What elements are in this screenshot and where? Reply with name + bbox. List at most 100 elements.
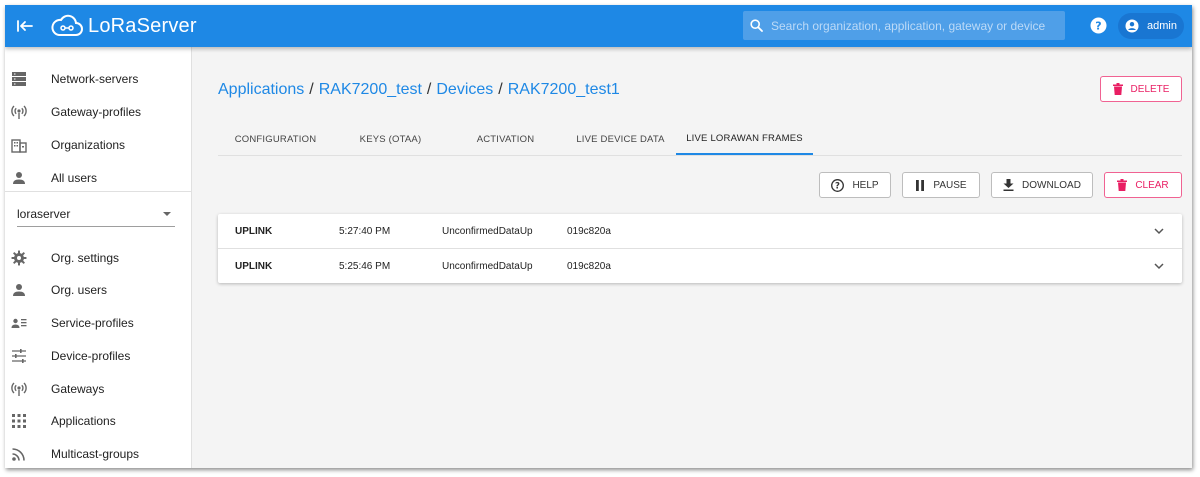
brand-logo[interactable]: LoRaServer — [50, 11, 197, 41]
sidebar-item-label: Organizations — [51, 138, 126, 152]
svg-text:?: ? — [835, 181, 840, 191]
organization-select[interactable]: loraserver — [17, 202, 175, 227]
tab-keys-otaa[interactable]: KEYS (OTAA) — [333, 123, 448, 155]
tab-label: LIVE LORAWAN FRAMES — [686, 132, 803, 144]
rss-icon — [12, 448, 25, 461]
clear-button-label: CLEAR — [1135, 179, 1169, 191]
lorawan-frames-list: UPLINK 5:27:40 PM UnconfirmedDataUp 019c… — [218, 214, 1182, 283]
breadcrumb-separator: / — [426, 81, 432, 98]
tab-label: KEYS (OTAA) — [359, 133, 422, 145]
breadcrumb-application-name[interactable]: RAK7200_test — [319, 81, 422, 98]
sidebar-item-device-profiles[interactable]: Device-profiles — [5, 341, 191, 371]
sidebar-item-label: Applications — [51, 414, 116, 428]
frame-row[interactable]: UPLINK 5:25:46 PM UnconfirmedDataUp 019c… — [218, 248, 1182, 283]
sidebar-item-label: Network-servers — [51, 72, 139, 86]
sidebar-item-all-users[interactable]: All users — [5, 163, 191, 193]
frame-direction: UPLINK — [235, 226, 273, 237]
breadcrumb-applications[interactable]: Applications — [218, 81, 304, 98]
tab-configuration[interactable]: CONFIGURATION — [218, 123, 333, 155]
tab-label: LIVE DEVICE DATA — [576, 133, 665, 145]
gear-icon — [11, 250, 27, 266]
sidebar-item-label: Org. settings — [51, 251, 120, 265]
arrow-collapse-left-icon — [17, 20, 33, 32]
sidebar: Network-servers Gateway-profiles Organiz… — [5, 47, 192, 468]
download-button-label: DOWNLOAD — [1022, 179, 1081, 191]
gateway-icon — [11, 382, 27, 396]
expand-chevron-down-icon[interactable] — [1153, 225, 1165, 237]
trash-icon — [1112, 83, 1123, 95]
tab-label: ACTIVATION — [476, 133, 535, 145]
sidebar-item-network-servers[interactable]: Network-servers — [5, 64, 191, 94]
frame-direction: UPLINK — [235, 261, 273, 272]
gateway-icon — [11, 105, 27, 119]
tune-icon — [12, 349, 26, 363]
pause-button-label: PAUSE — [933, 179, 967, 191]
help-icon[interactable]: ? — [1090, 17, 1107, 34]
app-window: LoRaServer ? admin — [5, 5, 1192, 468]
frame-dev-addr: 019c820a — [567, 226, 611, 237]
frame-dev-addr: 019c820a — [567, 261, 611, 272]
person-icon — [13, 284, 25, 296]
breadcrumb: Applications / RAK7200_test / Devices / RAK720… — [218, 81, 620, 99]
device-tabs: CONFIGURATION KEYS (OTAA) ACTIVATION LIV… — [218, 123, 1182, 156]
breadcrumb-separator: / — [309, 81, 314, 98]
help-button[interactable]: ? HELP — [819, 172, 891, 198]
apps-grid-icon — [12, 414, 26, 428]
breadcrumb-separator: / — [498, 81, 503, 98]
sidebar-item-label: Multicast-groups — [51, 447, 140, 461]
brand-name: LoRaServer — [88, 14, 197, 37]
cloud-logo-icon — [51, 14, 83, 36]
search-input[interactable] — [769, 17, 1063, 34]
chevron-down-icon — [163, 212, 171, 216]
sidebar-item-org-users[interactable]: Org. users — [5, 275, 191, 305]
frame-time: 5:27:40 PM — [339, 226, 391, 237]
delete-button[interactable]: DELETE — [1100, 76, 1182, 102]
server-icon — [12, 72, 26, 86]
pause-icon — [916, 179, 925, 191]
sidebar-item-organizations[interactable]: Organizations — [5, 130, 191, 160]
sidebar-item-multicast-groups[interactable]: Multicast-groups — [5, 439, 191, 468]
sidebar-item-org-settings[interactable]: Org. settings — [5, 243, 191, 273]
tab-live-lorawan-frames[interactable]: LIVE LORAWAN FRAMES — [676, 123, 813, 155]
delete-button-label: DELETE — [1130, 83, 1170, 95]
download-button[interactable]: DOWNLOAD — [991, 172, 1093, 198]
sidebar-item-gateways[interactable]: Gateways — [5, 374, 191, 404]
help-button-label: HELP — [852, 179, 879, 191]
frame-mtype: UnconfirmedDataUp — [442, 226, 533, 237]
pause-button[interactable]: PAUSE — [902, 172, 980, 198]
tab-activation[interactable]: ACTIVATION — [448, 123, 563, 155]
trash-icon — [1117, 179, 1128, 191]
organization-select-value: loraserver — [17, 207, 71, 221]
account-circle-icon — [1125, 19, 1139, 33]
sidebar-item-label: Service-profiles — [51, 316, 134, 330]
collapse-menu-button[interactable] — [13, 15, 37, 37]
tab-live-device-data[interactable]: LIVE DEVICE DATA — [563, 123, 678, 155]
tab-label: CONFIGURATION — [234, 133, 317, 145]
organization-icon — [11, 139, 27, 153]
svg-text:?: ? — [1095, 20, 1101, 33]
sidebar-divider — [5, 191, 191, 192]
frame-time: 5:25:46 PM — [339, 261, 391, 272]
app-bar: LoRaServer ? admin — [5, 5, 1192, 47]
frame-row[interactable]: UPLINK 5:27:40 PM UnconfirmedDataUp 019c… — [218, 214, 1182, 248]
user-menu-button[interactable]: admin — [1118, 13, 1184, 39]
sidebar-item-service-profiles[interactable]: Service-profiles — [5, 308, 191, 338]
sidebar-item-label: All users — [51, 171, 98, 185]
download-icon — [1003, 179, 1014, 191]
help-circle-icon: ? — [831, 178, 845, 192]
frame-mtype: UnconfirmedDataUp — [442, 261, 533, 272]
breadcrumb-devices[interactable]: Devices — [436, 81, 493, 98]
sidebar-item-label: Org. users — [51, 283, 108, 297]
search-box[interactable] — [743, 11, 1065, 40]
account-details-icon — [11, 318, 27, 328]
sidebar-item-label: Gateway-profiles — [51, 105, 142, 119]
username: admin — [1147, 20, 1177, 32]
person-icon — [13, 172, 25, 184]
sidebar-item-applications[interactable]: Applications — [5, 406, 191, 436]
sidebar-item-label: Device-profiles — [51, 349, 131, 363]
clear-button[interactable]: CLEAR — [1104, 172, 1182, 198]
search-icon — [750, 19, 763, 32]
expand-chevron-down-icon[interactable] — [1153, 260, 1165, 272]
breadcrumb-device-name: RAK7200_test1 — [507, 81, 620, 98]
sidebar-item-gateway-profiles[interactable]: Gateway-profiles — [5, 97, 191, 127]
